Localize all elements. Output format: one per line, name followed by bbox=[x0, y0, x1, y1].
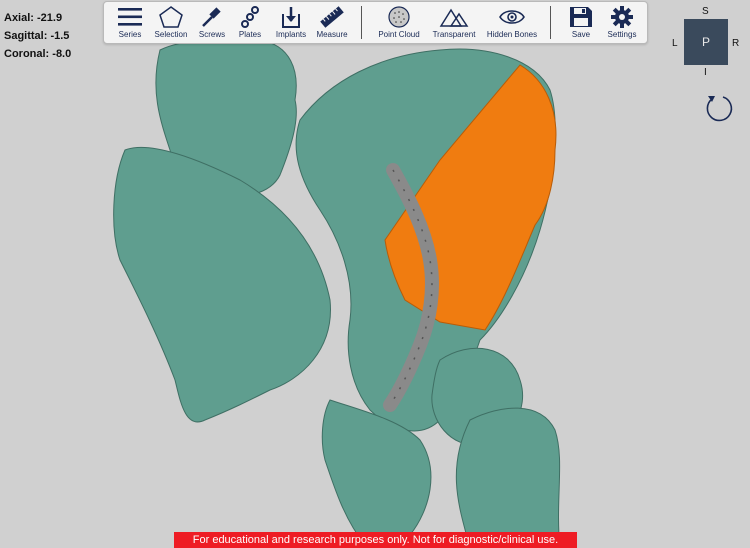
implants-label: Implants bbox=[275, 30, 307, 39]
3d-viewport[interactable] bbox=[0, 0, 750, 548]
femur-bone bbox=[455, 407, 561, 548]
hidden-bones-label: Hidden Bones bbox=[486, 30, 538, 39]
pelvis-model[interactable] bbox=[113, 37, 561, 548]
screws-label: Screws bbox=[198, 30, 226, 39]
reset-view-icon[interactable] bbox=[703, 92, 735, 124]
implants-button[interactable]: Implants bbox=[272, 2, 310, 43]
selection-label: Selection bbox=[154, 30, 188, 39]
plate-chain-icon bbox=[241, 6, 259, 28]
hidden-bones-button[interactable]: Hidden Bones bbox=[484, 2, 540, 43]
plates-button[interactable]: Plates bbox=[232, 2, 268, 43]
settings-label: Settings bbox=[607, 30, 637, 39]
orientation-superior: S bbox=[702, 6, 709, 17]
save-button[interactable]: Save bbox=[564, 2, 598, 43]
transparent-button[interactable]: Transparent bbox=[428, 2, 480, 43]
floppy-disk-icon bbox=[570, 7, 592, 27]
orientation-cube[interactable]: S L P R I bbox=[670, 6, 746, 82]
disclaimer-banner: For educational and research purposes on… bbox=[174, 532, 577, 548]
sphere-icon bbox=[388, 6, 410, 28]
screws-button[interactable]: Screws bbox=[194, 2, 230, 43]
eye-icon bbox=[499, 10, 525, 24]
axial-value: Axial: -21.9 bbox=[4, 12, 63, 24]
plates-label: Plates bbox=[238, 30, 262, 39]
toolbar-separator bbox=[550, 6, 551, 39]
mountains-icon bbox=[439, 8, 469, 27]
orientation-right: R bbox=[732, 38, 740, 49]
hamburger-icon bbox=[118, 8, 142, 26]
point-cloud-label: Point Cloud bbox=[378, 30, 420, 39]
measure-button[interactable]: Measure bbox=[312, 2, 352, 43]
settings-button[interactable]: Settings bbox=[604, 2, 640, 43]
sagittal-value: Sagittal: -1.5 bbox=[4, 30, 70, 42]
gear-icon bbox=[611, 6, 633, 28]
pentagon-icon bbox=[159, 6, 183, 28]
ruler-icon bbox=[320, 6, 344, 28]
transparent-label: Transparent bbox=[432, 30, 476, 39]
main-toolbar: Series Selection Screws Plates Implants bbox=[103, 1, 648, 44]
sacrum-bone bbox=[113, 146, 331, 423]
series-button[interactable]: Series bbox=[112, 2, 148, 43]
download-box-icon bbox=[282, 7, 300, 28]
orientation-posterior[interactable]: P bbox=[684, 19, 728, 65]
point-cloud-button[interactable]: Point Cloud bbox=[374, 2, 424, 43]
selection-button[interactable]: Selection bbox=[148, 2, 194, 43]
orientation-inferior: I bbox=[704, 67, 707, 78]
series-label: Series bbox=[118, 30, 142, 39]
save-label: Save bbox=[571, 30, 591, 39]
coordinate-readout: Axial: -21.9 Sagittal: -1.5 Coronal: -8.… bbox=[4, 9, 71, 63]
coronal-value: Coronal: -8.0 bbox=[4, 48, 72, 60]
orientation-left: L bbox=[672, 38, 678, 49]
screwdriver-icon bbox=[202, 7, 221, 27]
measure-label: Measure bbox=[316, 30, 348, 39]
toolbar-separator bbox=[361, 6, 362, 39]
